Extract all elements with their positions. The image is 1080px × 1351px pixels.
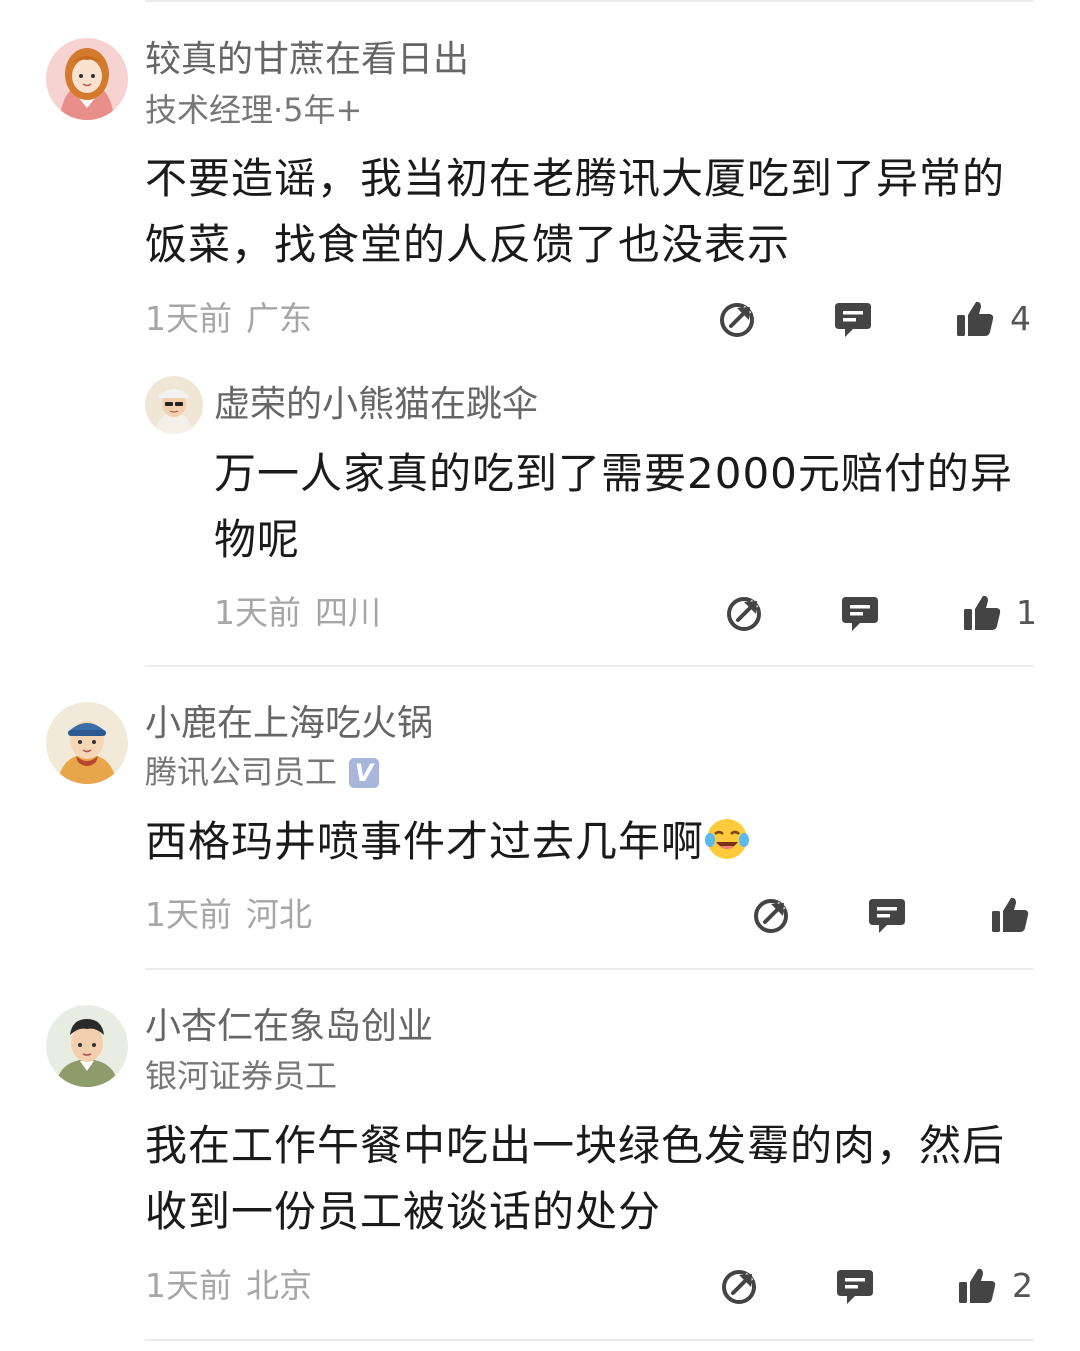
- user-tag: 银河证券员工: [145, 1057, 338, 1095]
- reply-location: 四川: [315, 593, 381, 632]
- comment-meta: 1天前 北京: [145, 1269, 312, 1302]
- comment-text: 我在工作午餐中吃出一块绿色发霉的肉，然后收到一份员工被谈话的处分: [145, 1121, 1006, 1236]
- avatar[interactable]: [46, 702, 128, 784]
- comment-meta: 1天前 河北: [145, 898, 312, 931]
- reply-username[interactable]: 虚荣的小熊猫在跳伞: [214, 387, 538, 423]
- comment-location: 广东: [246, 299, 312, 338]
- comment-meta: 1天前 广东: [145, 302, 312, 335]
- reply-time: 1天前: [214, 593, 301, 632]
- divider: [145, 665, 1034, 667]
- verified-badge-icon: V: [349, 758, 380, 788]
- comment-time: 1天前: [145, 1266, 232, 1305]
- avatar[interactable]: [46, 1005, 128, 1087]
- share-icon[interactable]: [720, 1266, 760, 1306]
- share-icon[interactable]: [718, 299, 758, 339]
- comment-text: 西格玛井喷事件才过去几年啊: [145, 809, 1025, 875]
- comment-text-content: 西格玛井喷事件才过去几年啊: [145, 817, 705, 866]
- username[interactable]: 小鹿在上海吃火锅: [145, 706, 433, 742]
- thumbs-up-icon[interactable]: [957, 1266, 997, 1306]
- thumbs-up-icon[interactable]: [962, 593, 1002, 633]
- thumbs-up-icon[interactable]: [955, 299, 995, 339]
- reply-like-count: 1: [1016, 593, 1037, 632]
- share-icon[interactable]: [725, 593, 765, 633]
- user-tag-text: 腾讯公司员工: [145, 753, 338, 791]
- user-tag: 技术经理·5年+: [145, 91, 363, 129]
- divider-bottom: [145, 1339, 1034, 1341]
- comment-time: 1天前: [145, 895, 232, 934]
- divider: [145, 968, 1034, 970]
- thumbs-up-icon[interactable]: [990, 895, 1030, 935]
- comment-icon[interactable]: [867, 895, 907, 935]
- like-count: 4: [1010, 299, 1031, 338]
- share-icon[interactable]: [752, 895, 792, 935]
- comment-text: 不要造谣，我当初在老腾讯大厦吃到了异常的饭菜，找食堂的人反馈了也没表示: [145, 154, 1006, 269]
- comment-location: 河北: [246, 895, 312, 934]
- comment-icon[interactable]: [833, 299, 873, 339]
- laughing-tears-emoji-icon: [704, 815, 750, 861]
- avatar[interactable]: [46, 38, 128, 120]
- reply-avatar[interactable]: [145, 376, 203, 434]
- username[interactable]: 较真的甘蔗在看日出: [145, 42, 469, 78]
- reply-text: 万一人家真的吃到了需要2000元赔付的异物呢: [214, 449, 1013, 564]
- comment-icon[interactable]: [835, 1266, 875, 1306]
- divider-top: [145, 0, 1034, 2]
- reply-meta: 1天前 四川: [214, 596, 381, 629]
- user-tag: 腾讯公司员工 V: [145, 753, 380, 791]
- username[interactable]: 小杏仁在象岛创业: [145, 1009, 433, 1045]
- comment-location: 北京: [246, 1266, 312, 1305]
- like-count: 2: [1012, 1266, 1033, 1305]
- comment-time: 1天前: [145, 299, 232, 338]
- comment-icon[interactable]: [840, 593, 880, 633]
